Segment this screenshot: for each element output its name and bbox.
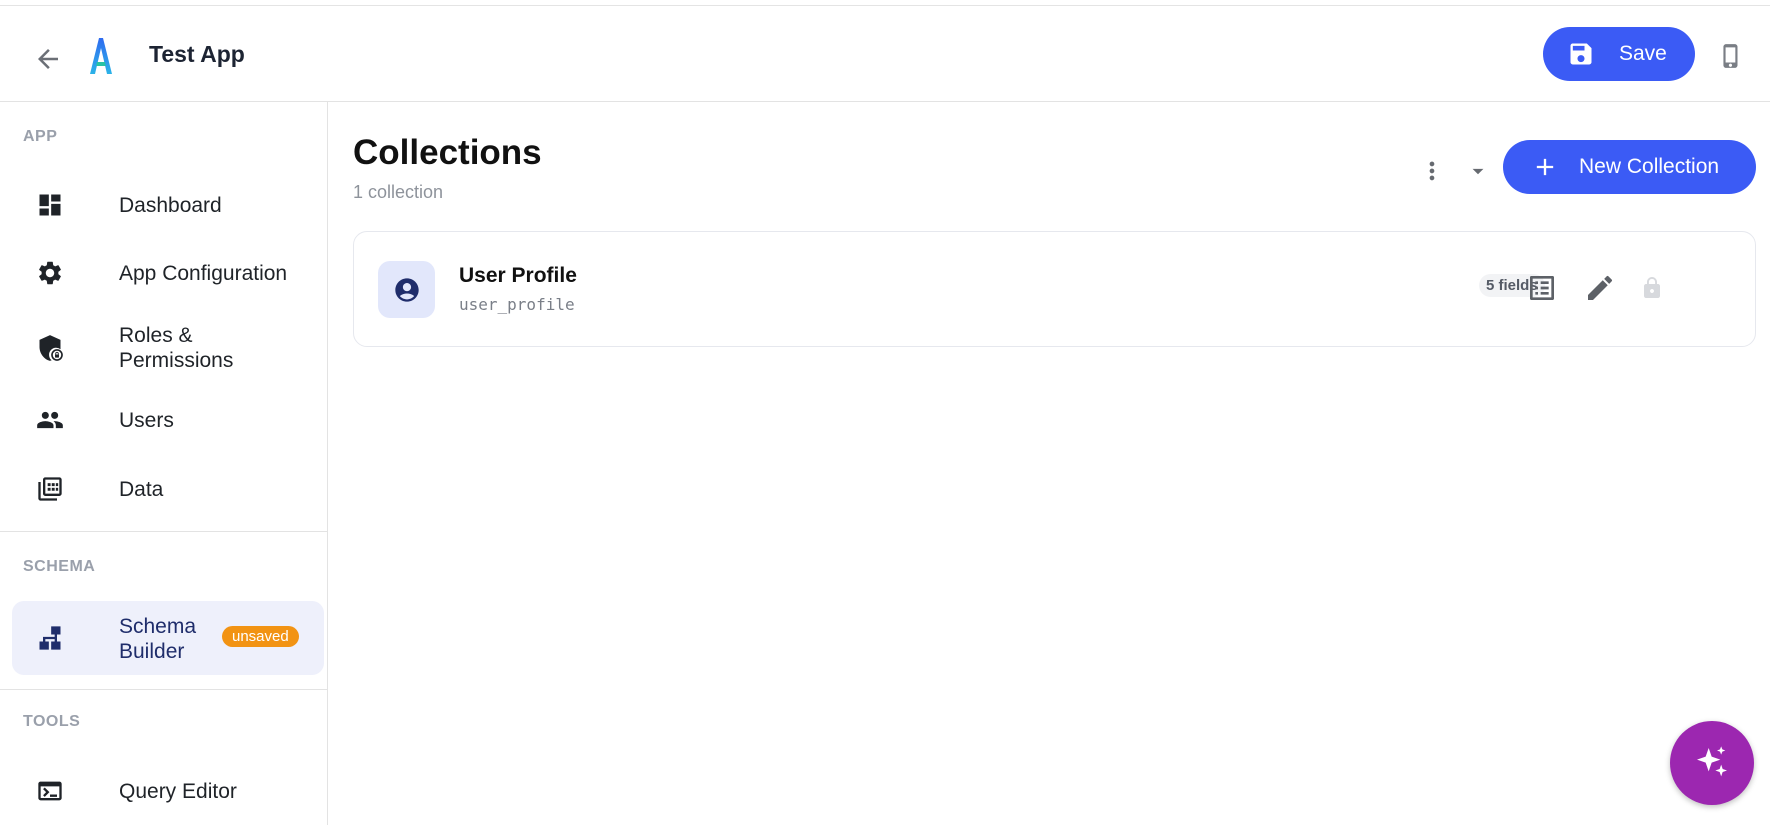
sidebar-item-dashboard[interactable]: Dashboard	[12, 177, 324, 233]
collection-slug: user_profile	[459, 295, 575, 314]
section-label-app: APP	[23, 128, 58, 145]
sidebar-item-label: App Configuration	[119, 262, 288, 285]
sidebar-item-query-editor[interactable]: Query Editor	[12, 763, 324, 819]
shield-lock-icon	[36, 334, 64, 362]
page-title: Collections	[353, 133, 542, 172]
floppy-disk-icon	[1570, 43, 1592, 65]
app-title: Test App	[149, 41, 245, 67]
sidebar-item-label-line2: Permissions	[119, 349, 234, 372]
dropdown-toggle-button[interactable]	[1463, 156, 1493, 186]
unsaved-badge: unsaved	[222, 626, 299, 647]
phone-icon	[1723, 44, 1738, 68]
sidebar-item-label: Schema	[119, 615, 197, 638]
users-icon	[36, 406, 64, 434]
schema-tree-icon	[36, 624, 64, 652]
sidebar-item-app-configuration[interactable]: App Configuration	[12, 245, 324, 301]
sidebar-item-label: Data	[119, 478, 164, 501]
sidebar-item-label: Query Editor	[119, 780, 237, 803]
list-alt-icon	[1530, 276, 1554, 300]
section-label-schema: SCHEMA	[23, 558, 96, 575]
sparkles-icon	[1697, 746, 1727, 777]
caret-down-icon	[1472, 168, 1484, 175]
app-logo	[86, 36, 116, 76]
sidebar-item-label: Dashboard	[119, 194, 222, 217]
ai-assistant-button[interactable]	[1670, 721, 1754, 805]
locked-delete-button[interactable]	[1634, 270, 1670, 306]
sidebar-item-label: Roles &	[119, 324, 193, 347]
new-collection-label: New Collection	[1579, 155, 1720, 178]
terminal-icon	[36, 777, 64, 805]
sidebar-item-data[interactable]: Data	[12, 461, 324, 517]
view-fields-button[interactable]	[1524, 270, 1560, 306]
pencil-icon	[1588, 275, 1613, 300]
sidebar: APP Dashboard App Configuration Roles & …	[0, 102, 328, 825]
sidebar-divider	[0, 531, 328, 532]
sidebar-divider	[0, 689, 328, 690]
collection-card[interactable]: User Profile user_profile 5 fields	[353, 231, 1756, 347]
save-button-label: Save	[1619, 42, 1667, 65]
edit-collection-button[interactable]	[1582, 270, 1618, 306]
mobile-preview-button[interactable]	[1716, 36, 1746, 76]
main-content: Collections 1 collection New Collection …	[328, 102, 1770, 825]
collection-avatar	[378, 261, 435, 318]
account-circle-icon	[394, 277, 419, 302]
collection-name: User Profile	[459, 264, 577, 287]
sidebar-item-schema-builder[interactable]: Schema Builder unsaved	[12, 601, 324, 675]
save-button[interactable]: Save	[1543, 27, 1695, 81]
dashboard-icon	[36, 191, 64, 219]
section-label-tools: TOOLS	[23, 713, 81, 730]
gear-icon	[36, 259, 64, 287]
collection-count: 1 collection	[353, 182, 444, 202]
data-table-icon	[36, 475, 64, 503]
more-options-button[interactable]	[1417, 151, 1447, 191]
more-vertical-icon	[1429, 161, 1435, 181]
sidebar-item-users[interactable]: Users	[12, 392, 324, 448]
app-header: Test App Save	[0, 6, 1770, 102]
arrow-left-icon	[38, 49, 58, 69]
sidebar-item-label: Users	[119, 409, 174, 432]
sidebar-item-label-line2: Builder	[119, 640, 185, 663]
new-collection-button[interactable]: New Collection	[1503, 140, 1756, 194]
plus-icon	[1536, 158, 1554, 176]
lock-icon	[1644, 277, 1660, 298]
back-button[interactable]	[28, 39, 68, 79]
sidebar-item-roles-permissions[interactable]: Roles & Permissions	[12, 310, 324, 386]
